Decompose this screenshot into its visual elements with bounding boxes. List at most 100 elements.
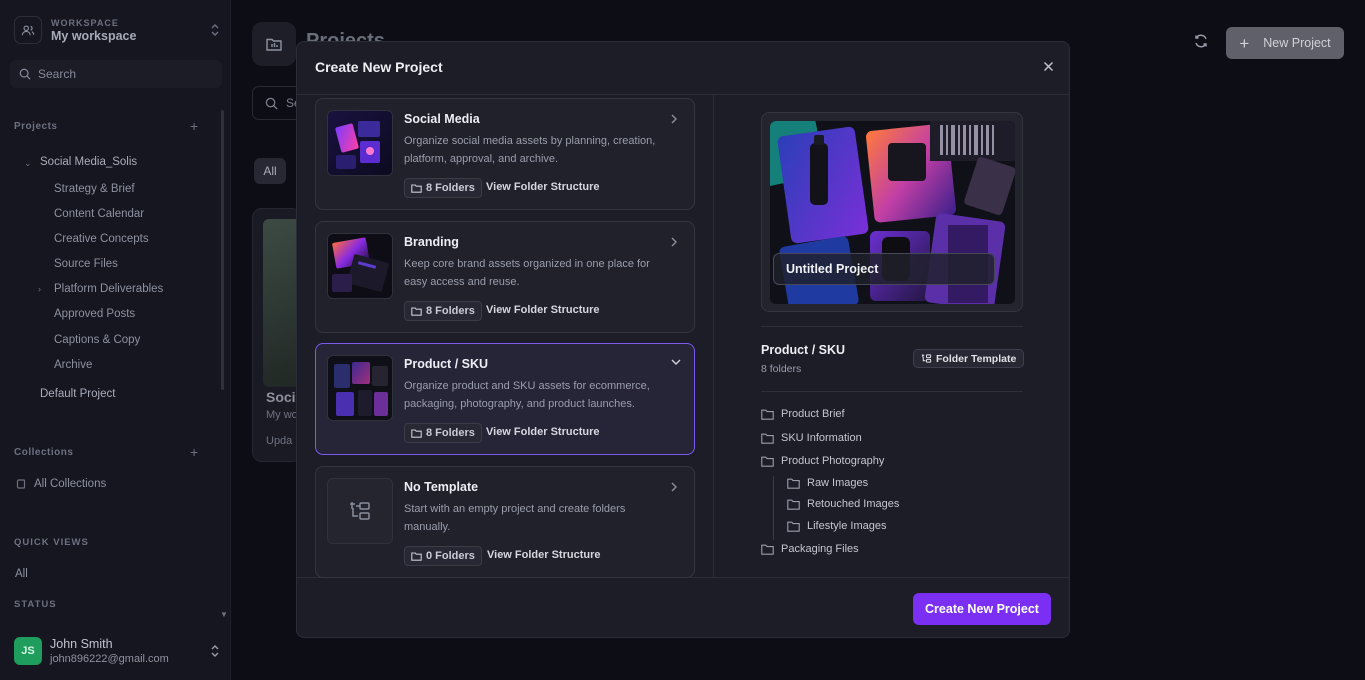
sidebar-project-root[interactable]: Social Media_Solis: [40, 156, 137, 168]
folder-icon: [761, 433, 774, 444]
view-folder-structure-link[interactable]: View Folder Structure: [487, 549, 601, 561]
project-card-subtitle: My wo: [266, 409, 298, 421]
chevron-down-icon[interactable]: [670, 358, 682, 366]
preview-template-name: Product / SKU: [761, 343, 846, 357]
chevron-right-icon[interactable]: [670, 236, 678, 248]
folders-count-chip: 8 Folders: [404, 178, 482, 198]
template-name: Social Media: [404, 112, 480, 126]
folder-icon: [411, 551, 422, 561]
preview-divider: [761, 391, 1023, 392]
template-thumbnail: [327, 110, 393, 176]
sidebar-all-collections[interactable]: All Collections: [16, 478, 106, 490]
user-menu[interactable]: JS John Smith john896222@gmail.com: [14, 634, 220, 668]
projects-section-title: Projects: [14, 121, 58, 132]
sidebar-item-platform-deliverables[interactable]: Platform Deliverables: [54, 283, 163, 295]
sidebar-item-archive[interactable]: Archive: [54, 359, 92, 371]
view-folder-structure-link[interactable]: View Folder Structure: [486, 304, 600, 316]
chevron-right-icon[interactable]: [670, 481, 678, 493]
folder-tree-icon: [921, 354, 932, 363]
folder-icon: [411, 183, 422, 193]
quick-view-all[interactable]: All: [15, 568, 28, 580]
workspace-label: WORKSPACE: [51, 17, 119, 28]
folder-item: Packaging Files: [761, 543, 859, 555]
sidebar-item-approved-posts[interactable]: Approved Posts: [54, 308, 135, 320]
scroll-down-icon[interactable]: ▼: [220, 610, 228, 619]
sidebar-item-strategy[interactable]: Strategy & Brief: [54, 183, 135, 195]
add-collection-icon[interactable]: +: [190, 444, 198, 460]
sidebar-item-captions[interactable]: Captions & Copy: [54, 334, 140, 346]
user-name: John Smith: [50, 637, 113, 651]
sidebar-default-project[interactable]: Default Project: [40, 388, 115, 400]
filter-all-chip[interactable]: All: [254, 158, 286, 184]
sidebar-item-source-files[interactable]: Source Files: [54, 258, 118, 270]
template-name: Product / SKU: [404, 357, 489, 371]
template-card-social-media[interactable]: Social Media Organize social media asset…: [315, 98, 695, 210]
projects-page-icon: [252, 22, 296, 66]
template-description: Keep core brand assets organized in one …: [404, 258, 650, 288]
folder-item: Retouched Images: [787, 498, 899, 510]
folder-name: Retouched Images: [807, 498, 900, 510]
view-folder-structure-link[interactable]: View Folder Structure: [486, 181, 600, 193]
folder-name: Product Photography: [781, 455, 885, 467]
template-card-branding[interactable]: Branding Keep core brand assets organize…: [315, 221, 695, 333]
folder-icon: [761, 544, 774, 555]
folder-name: Raw Images: [807, 477, 869, 489]
collections-section-title: Collections: [14, 447, 74, 458]
create-new-project-button[interactable]: Create New Project: [913, 593, 1051, 625]
folder-icon: [787, 478, 800, 489]
template-thumbnail: [327, 355, 393, 421]
folder-item: Product Photography: [761, 455, 884, 467]
search-icon: [19, 68, 31, 80]
folder-template-label: Folder Template: [936, 352, 1017, 365]
sidebar-search-placeholder: Search: [38, 67, 77, 81]
template-description: Organize social media assets by planning…: [404, 135, 656, 165]
chevron-updown-icon: [210, 644, 220, 658]
status-title: STATUS: [14, 599, 57, 610]
refresh-icon[interactable]: [1193, 33, 1209, 49]
folder-icon: [411, 306, 422, 316]
chevron-right-icon[interactable]: ›: [38, 284, 41, 294]
workspace-switcher[interactable]: WORKSPACE My workspace: [14, 12, 220, 48]
sidebar-scrollbar[interactable]: [221, 110, 224, 390]
project-card[interactable]: Soci My wo Upda: [252, 208, 302, 462]
project-preview: Untitled Project: [761, 112, 1023, 312]
sidebar-item-content-calendar[interactable]: Content Calendar: [54, 208, 144, 220]
template-card-product-sku[interactable]: Product / SKU Organize product and SKU a…: [315, 343, 695, 455]
add-project-icon[interactable]: +: [190, 118, 198, 134]
folder-item: SKU Information: [761, 432, 862, 444]
project-card-updated: Upda: [266, 435, 293, 447]
search-icon: [265, 97, 278, 110]
template-card-no-template[interactable]: No Template Start with an empty project …: [315, 466, 695, 578]
new-project-button[interactable]: + New Project: [1226, 27, 1344, 59]
new-project-label: New Project: [1263, 36, 1331, 50]
sidebar-search[interactable]: Search: [10, 60, 222, 88]
folders-count: 8 Folders: [426, 305, 475, 317]
project-card-title: Soci: [266, 389, 296, 405]
create-project-modal: Create New Project Social Media Organize…: [296, 41, 1070, 638]
user-email: john896222@gmail.com: [50, 653, 169, 665]
folders-count: 8 Folders: [426, 427, 475, 439]
template-name: No Template: [404, 480, 479, 494]
view-folder-structure-link[interactable]: View Folder Structure: [486, 426, 600, 438]
folder-name: Packaging Files: [781, 543, 859, 555]
folder-name: SKU Information: [781, 432, 862, 444]
folder-item: Lifestyle Images: [787, 520, 886, 532]
chevron-down-icon[interactable]: ⌄: [24, 158, 32, 169]
avatar: JS: [14, 637, 42, 665]
template-thumbnail: [327, 478, 393, 544]
close-icon[interactable]: [1039, 57, 1057, 75]
folder-icon: [761, 456, 774, 467]
modal-title: Create New Project: [315, 59, 443, 75]
collection-icon: [16, 479, 26, 489]
folder-tree-connector: [773, 476, 774, 540]
template-description: Organize product and SKU assets for ecom…: [404, 380, 650, 410]
preview-folder-count: 8 folders: [761, 363, 802, 375]
folder-icon: [411, 428, 422, 438]
folder-icon: [761, 409, 774, 420]
plus-icon: +: [1239, 33, 1250, 53]
sidebar-item-creative-concepts[interactable]: Creative Concepts: [54, 233, 149, 245]
folders-count-chip: 0 Folders: [404, 546, 482, 566]
template-description: Start with an empty project and create f…: [404, 503, 626, 533]
folder-item: Product Brief: [761, 408, 845, 420]
chevron-right-icon[interactable]: [670, 113, 678, 125]
